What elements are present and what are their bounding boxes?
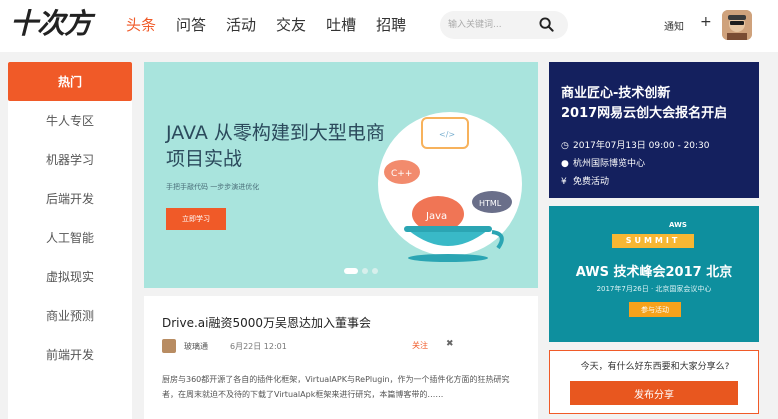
event-fee: ¥ 免费活动 [561,177,610,187]
notification-link[interactable]: 通知 [664,18,684,33]
share-panel: 今天，有什么好东西要和大家分享么? 发布分享 [549,350,759,414]
join-event-button[interactable]: 参与活动 [629,302,681,317]
carousel-dot[interactable] [344,268,358,274]
event-time: ◷ 2017年07月13日 09:00 - 20:30 [561,141,710,151]
nav-item-friends[interactable]: 交友 [276,14,306,36]
nav-item-headlines[interactable]: 头条 [126,14,156,36]
java-cup-illustration: </> C++ HTML Java [378,112,522,262]
top-header: 十次方 头条 问答 活动 交友 吐槽 招聘 通知 + [0,0,778,52]
avatar[interactable] [722,10,752,40]
plus-icon[interactable]: + [700,14,712,30]
ad-title-line1: 商业匠心-技术创新 [561,86,671,101]
learn-now-button[interactable]: 立即学习 [166,208,226,230]
code-tag: </> [439,130,455,139]
article-title[interactable]: Drive.ai融资5000万吴恩达加入董事会 [162,314,371,331]
follow-link[interactable]: 关注 [412,340,428,351]
html-tag: HTML [479,199,502,208]
search-box [440,11,568,39]
aws-ad-title: AWS 技术峰会2017 北京 [575,265,733,280]
aws-ad-subtitle: 2017年7月26日 · 北京国家会议中心 [596,285,712,293]
search-icon[interactable] [539,17,554,32]
sidebar-item-vr[interactable]: 虚拟现实 [8,257,132,296]
nav-item-jobs[interactable]: 招聘 [376,14,406,36]
category-sidebar: 热门 牛人专区 机器学习 后端开发 人工智能 虚拟现实 商业预测 前端开发 [8,62,132,419]
carousel-dots [344,268,382,274]
carousel-dot[interactable] [372,268,378,274]
sidebar-item-machine-learning[interactable]: 机器学习 [8,140,132,179]
close-icon[interactable]: ✖ [446,339,454,349]
java-tag: Java [425,211,447,222]
sidebar-item-experts[interactable]: 牛人专区 [8,101,132,140]
sidebar-item-hot[interactable]: 热门 [8,62,132,101]
sidebar-item-frontend[interactable]: 前端开发 [8,335,132,374]
ad-title-line2: 2017网易云创大会报名开启 [561,106,728,121]
sidebar-item-business[interactable]: 商业预测 [8,296,132,335]
publish-share-button[interactable]: 发布分享 [570,381,738,405]
banner-subtitle: 手把手敲代码 一步步演进优化 [166,183,260,191]
site-logo[interactable]: 十次方 [10,6,92,42]
netease-event-ad[interactable]: 商业匠心-技术创新 2017网易云创大会报名开启 ◷ 2017年07月13日 09… [549,62,759,198]
cpp-tag: C++ [391,169,412,179]
yen-icon: ¥ [561,177,567,187]
summit-badge: SUMMIT [612,234,694,248]
nav-item-events[interactable]: 活动 [226,14,256,36]
sidebar-item-backend[interactable]: 后端开发 [8,179,132,218]
carousel-dot[interactable] [362,268,368,274]
event-place: ● 杭州国际博览中心 [561,159,646,169]
article-card: Drive.ai融资5000万吴恩达加入董事会 玻璃通 6月22日 12:01 … [144,296,538,419]
search-input[interactable] [448,17,538,33]
author-avatar[interactable] [162,339,176,353]
main-nav: 头条 问答 活动 交友 吐槽 招聘 [126,14,426,36]
promo-banner[interactable]: JAVA 从零构建到大型电商项目实战 手把手敲代码 一步步演进优化 立即学习 <… [144,62,538,288]
clock-icon: ◷ [561,141,569,151]
banner-title: JAVA 从零构建到大型电商项目实战 [166,122,385,170]
author-name[interactable]: 玻璃通 [184,341,208,352]
article-date: 6月22日 12:01 [230,342,287,351]
location-icon: ● [561,159,569,169]
nav-item-spit[interactable]: 吐槽 [326,14,356,36]
nav-item-qa[interactable]: 问答 [176,14,206,36]
avatar-image [722,10,752,40]
aws-summit-ad[interactable]: AWS SUMMIT AWS 技术峰会2017 北京 2017年7月26日 · … [549,206,759,342]
article-excerpt: 厨房与360都开源了各自的插件化框架，VirtualAPK与RePlugin，作… [162,375,510,399]
sidebar-item-ai[interactable]: 人工智能 [8,218,132,257]
aws-logo: AWS [669,221,687,229]
share-prompt: 今天，有什么好东西要和大家分享么? [580,362,730,372]
